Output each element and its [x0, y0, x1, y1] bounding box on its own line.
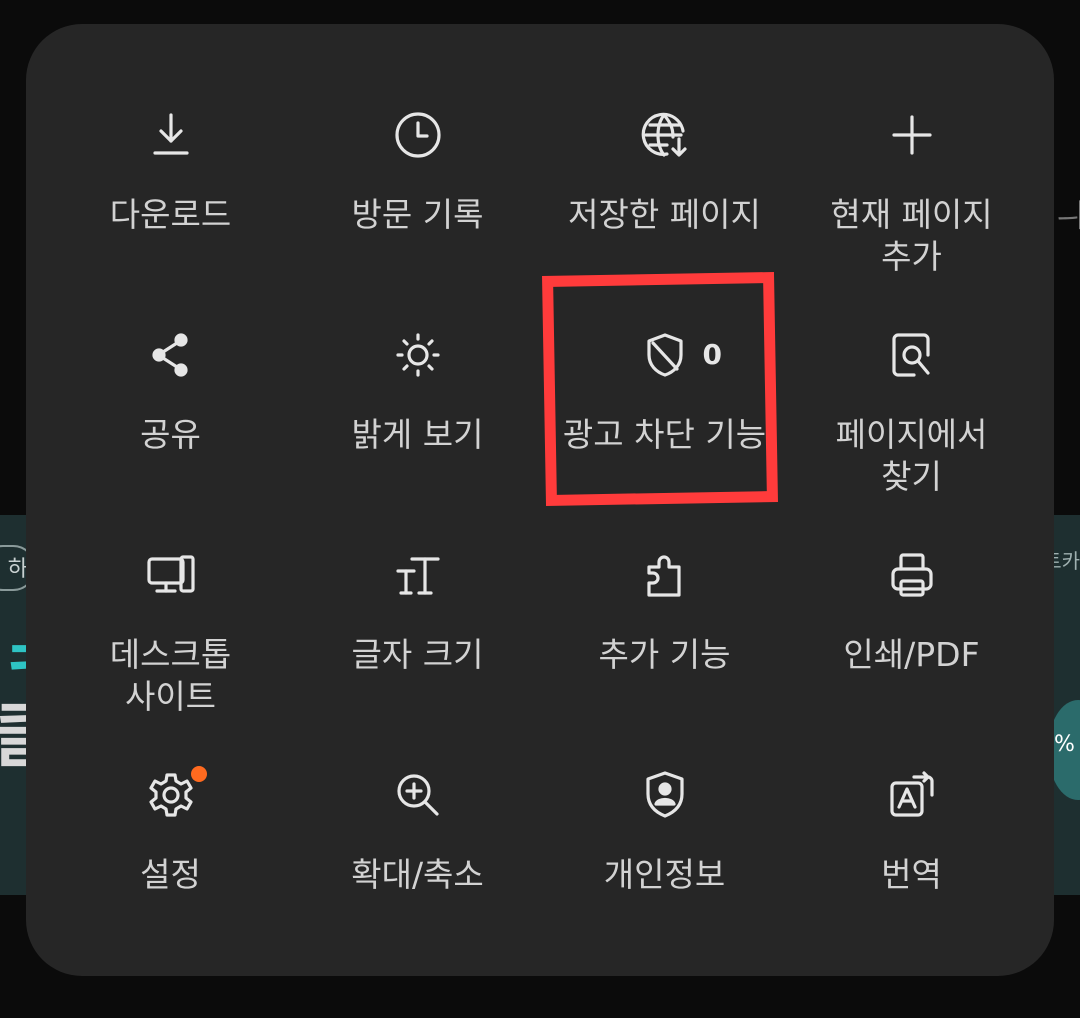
- menu-item-label: 설정: [140, 855, 201, 894]
- menu-item-label: 글자 크기: [351, 635, 484, 674]
- menu-item-translate[interactable]: 번역: [788, 766, 1035, 966]
- puzzle-icon: [646, 555, 681, 597]
- menu-item-text-size[interactable]: 글자 크기: [294, 546, 541, 766]
- menu-item-label: 다운로드: [109, 195, 232, 234]
- share-icon: [151, 333, 188, 377]
- shield-slash-icon: [646, 333, 683, 377]
- download-icon: [152, 113, 189, 155]
- ad-block-count: 0: [702, 338, 722, 371]
- gear-icon: [148, 773, 193, 817]
- menu-item-share[interactable]: 공유: [47, 326, 294, 546]
- browser-menu-panel: 다운로드 방문 기록 저장한 페이지 현재 페이지 추가 공유 밝게 보기 0 …: [26, 24, 1054, 976]
- menu-item-label: 개인정보: [603, 855, 726, 894]
- menu-item-history[interactable]: 방문 기록: [294, 106, 541, 326]
- menu-item-label: 방문 기록: [351, 195, 484, 234]
- printer-icon: [890, 553, 933, 597]
- desktop-icon: [146, 555, 195, 593]
- globe-download-icon: [641, 112, 687, 157]
- menu-item-settings[interactable]: 설정: [47, 766, 294, 966]
- page-search-icon: [891, 333, 930, 377]
- menu-item-desktop-site[interactable]: 데스크톱 사이트: [47, 546, 294, 766]
- menu-item-label: 추가 기능: [598, 635, 731, 674]
- menu-item-brightness[interactable]: 밝게 보기: [294, 326, 541, 546]
- menu-item-label: 페이지에서 찾기: [835, 415, 988, 496]
- menu-item-label: 확대/축소: [351, 855, 484, 894]
- menu-item-privacy[interactable]: 개인정보: [541, 766, 788, 966]
- menu-item-label: 밝게 보기: [351, 415, 484, 454]
- menu-item-download[interactable]: 다운로드: [47, 106, 294, 326]
- menu-item-label: 저장한 페이지: [568, 195, 761, 234]
- menu-item-label: 인쇄/PDF: [843, 635, 980, 674]
- notification-dot: [190, 766, 207, 782]
- menu-item-label: 공유: [140, 415, 201, 454]
- menu-item-ad-block[interactable]: 0 광고 차단 기능: [541, 326, 788, 546]
- menu-item-print-pdf[interactable]: 인쇄/PDF: [788, 546, 1035, 766]
- menu-item-label: 현재 페이지 추가: [830, 195, 993, 276]
- clock-icon: [394, 112, 441, 158]
- menu-grid: 다운로드 방문 기록 저장한 페이지 현재 페이지 추가 공유 밝게 보기 0 …: [47, 106, 1035, 966]
- zoom-in-icon: [396, 774, 439, 816]
- menu-item-add-ons[interactable]: 추가 기능: [541, 546, 788, 766]
- menu-item-find-in-page[interactable]: 페이지에서 찾기: [788, 326, 1035, 546]
- plus-icon: [891, 115, 932, 155]
- menu-item-label: 광고 차단 기능: [562, 415, 767, 454]
- background-glyph: ㅢ: [1056, 196, 1080, 234]
- menu-item-zoom[interactable]: 확대/축소: [294, 766, 541, 966]
- menu-item-add-page[interactable]: 현재 페이지 추가: [788, 106, 1035, 326]
- translate-icon: [889, 771, 934, 817]
- text-size-icon: [395, 557, 440, 595]
- sun-icon: [395, 333, 440, 377]
- shield-person-icon: [645, 771, 684, 818]
- screen: 하 ㅋ 클 트카 % ㅢ 다운로드 방문 기록: [0, 0, 1080, 1018]
- menu-item-label: 번역: [881, 855, 942, 894]
- menu-item-saved-pages[interactable]: 저장한 페이지: [541, 106, 788, 326]
- menu-item-label: 데스크톱 사이트: [109, 635, 232, 716]
